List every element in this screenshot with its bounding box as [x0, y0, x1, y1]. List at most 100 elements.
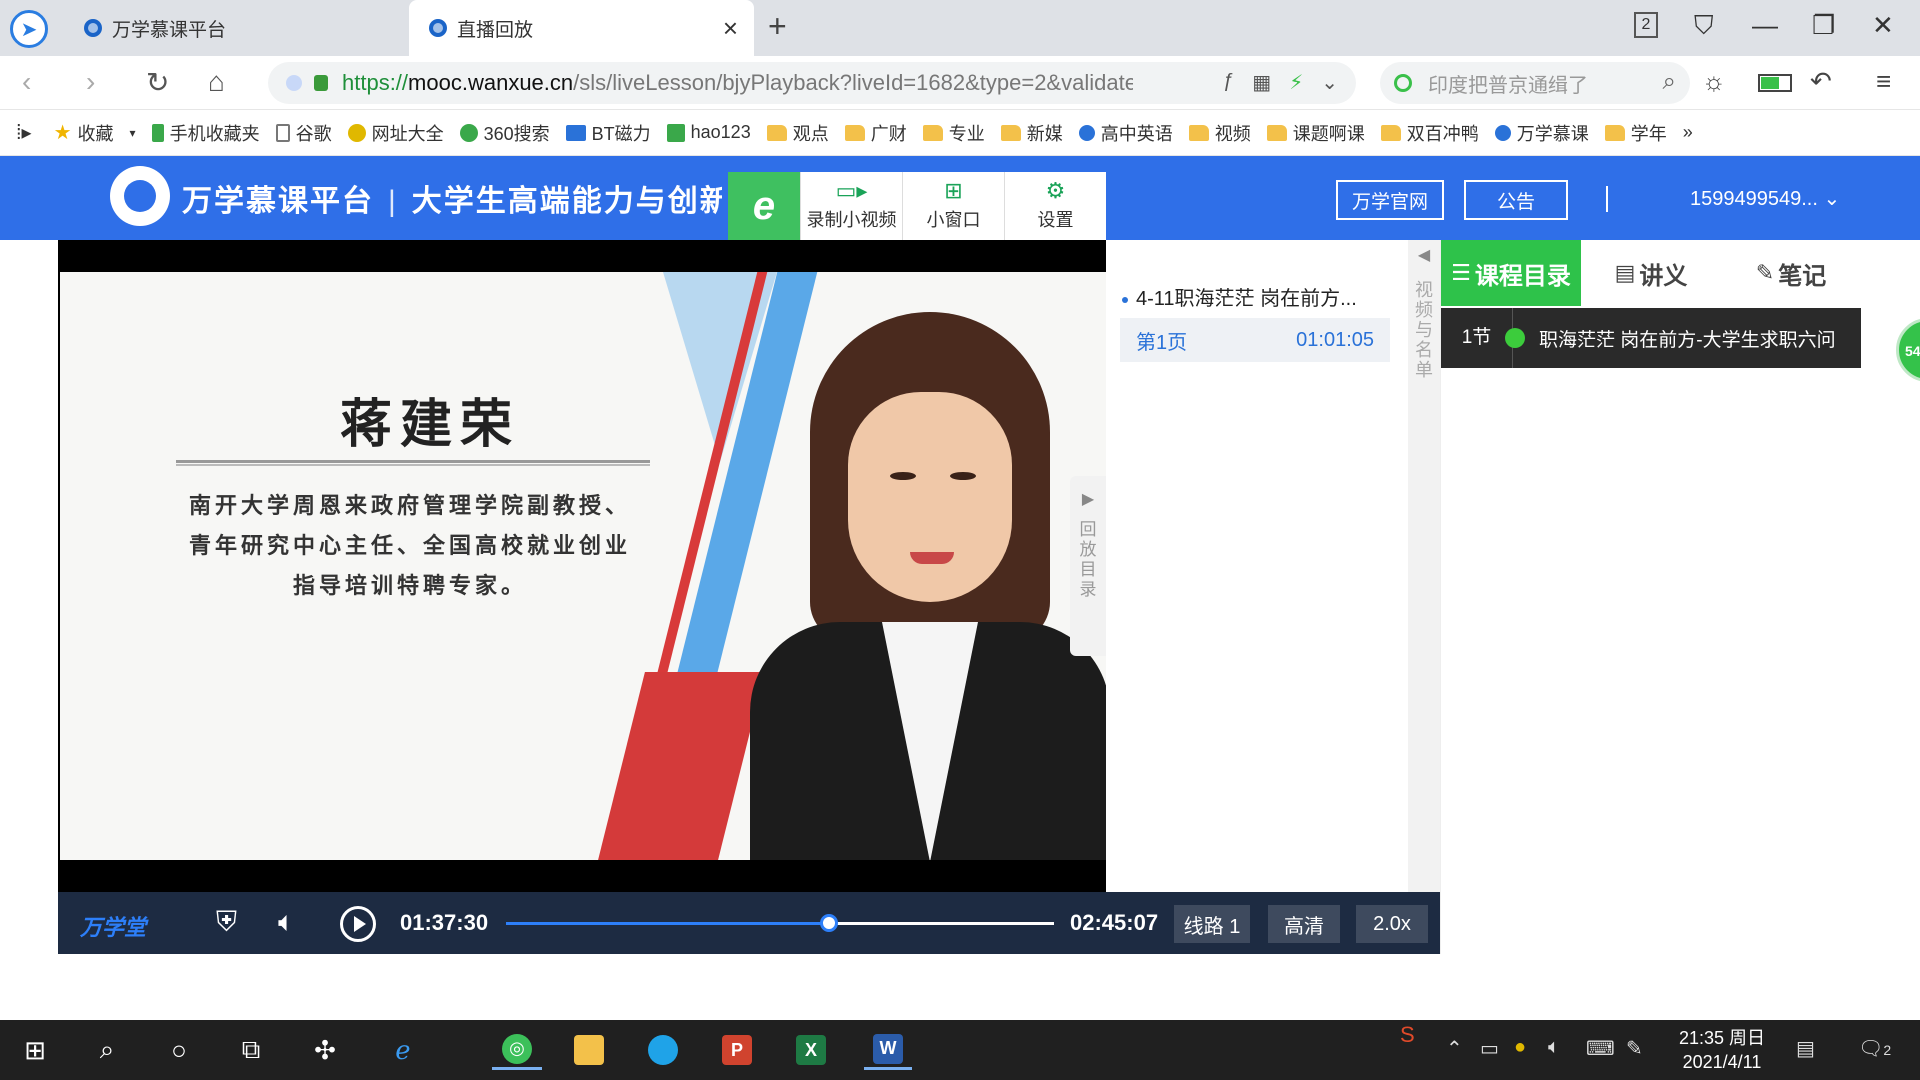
video-frame[interactable]: 蒋建荣 南开大学周恩来政府管理学院副教授、 青年研究中心主任、全国高校就业创业 …: [60, 272, 1106, 860]
notice-button[interactable]: 公告: [1464, 180, 1568, 220]
search-icon[interactable]: ⌕: [86, 1030, 128, 1070]
new-tab-icon[interactable]: +: [768, 8, 787, 45]
undo-icon[interactable]: ↶: [1810, 66, 1832, 97]
bookmark-wanxue[interactable]: 万学慕课: [1494, 120, 1589, 146]
chevron-down-icon[interactable]: ⌄: [1321, 70, 1338, 95]
official-site-button[interactable]: 万学官网: [1336, 180, 1444, 220]
volume-icon[interactable]: 🔈︎: [278, 906, 295, 939]
mini-window-button[interactable]: ⊞ 小窗口: [902, 172, 1004, 240]
bookmark-bt[interactable]: BT磁力: [565, 120, 651, 146]
video-list-toggle[interactable]: ◀ 视 频 与 名 单: [1408, 240, 1440, 892]
excel-icon[interactable]: X: [790, 1030, 832, 1070]
tab-notes[interactable]: ✎ 笔记: [1721, 240, 1861, 306]
bookmark-folder[interactable]: 学年: [1604, 120, 1667, 146]
tab-wanxue-platform[interactable]: 万学慕课平台: [64, 0, 409, 56]
address-bar-row: ‹ › ↻ ⌂ https://mooc.wanxue.cn/sls/liveL…: [0, 56, 1920, 110]
bookmark-folder[interactable]: 双百冲鸭: [1380, 120, 1479, 146]
reload-icon[interactable]: ↻: [146, 66, 169, 99]
system-clock[interactable]: 21:35 周日 2021/4/11: [1672, 1026, 1772, 1074]
bookmark-google[interactable]: 谷歌: [275, 120, 332, 146]
playback-list-panel: 4-11职海茫茫 岗在前方... 第1页 01:01:05: [1106, 240, 1408, 892]
progress-track[interactable]: [506, 914, 1054, 932]
ie-browser-icon[interactable]: ℯ: [382, 1030, 424, 1070]
pen-icon[interactable]: ✎: [1626, 1036, 1643, 1061]
chevron-down-icon[interactable]: ▾: [130, 126, 136, 140]
restore-icon[interactable]: ❐: [1812, 10, 1835, 41]
ime-s-icon[interactable]: S: [1400, 1022, 1415, 1048]
progress-handle[interactable]: [820, 914, 839, 932]
page-item[interactable]: 第1页 01:01:05: [1120, 318, 1390, 362]
start-windows-icon[interactable]: ⊞: [14, 1030, 56, 1070]
edge-icon[interactable]: [642, 1030, 684, 1070]
file-explorer-icon[interactable]: [568, 1030, 610, 1070]
tab-count-icon[interactable]: 2: [1634, 12, 1658, 38]
menu-icon[interactable]: ≡: [1876, 66, 1891, 97]
shield-icon[interactable]: ⛨: [216, 906, 237, 939]
bookmark-folder[interactable]: 视频: [1188, 120, 1251, 146]
minimize-icon[interactable]: —: [1752, 10, 1778, 41]
quality-button[interactable]: 高清: [1268, 905, 1340, 943]
app-pinwheel-icon[interactable]: ✣: [304, 1030, 346, 1070]
back-icon[interactable]: ‹: [22, 66, 31, 98]
extension-icon[interactable]: ƒ: [1223, 70, 1234, 95]
browser-logo-icon[interactable]: ➤: [10, 10, 48, 48]
folder-icon: [844, 124, 865, 141]
powerpoint-icon[interactable]: P: [716, 1030, 758, 1070]
bookmark-hao123[interactable]: hao123: [666, 122, 751, 143]
search-engine-icon[interactable]: [1394, 74, 1412, 92]
close-window-icon[interactable]: ✕: [1872, 10, 1894, 41]
bookmark-folder[interactable]: 专业: [922, 120, 985, 146]
search-input[interactable]: 印度把普京通缉了 ⌕: [1380, 62, 1690, 104]
record-clip-button[interactable]: ▭▸ 录制小视频: [800, 172, 902, 240]
lesson-title[interactable]: 4-11职海茫茫 岗在前方...: [1122, 282, 1357, 311]
shirt-skin-icon[interactable]: ⛉: [1694, 10, 1714, 42]
globe-icon: [347, 123, 366, 142]
qr-code-icon[interactable]: ▦: [1252, 70, 1271, 95]
bookmark-folder[interactable]: 课题啊课: [1266, 120, 1365, 146]
close-tab-icon[interactable]: ×: [723, 13, 738, 44]
bookmark-english[interactable]: 高中英语: [1078, 120, 1173, 146]
bookmark-web-directory[interactable]: 网址大全: [347, 120, 444, 146]
browser-app-icon[interactable]: ◎: [492, 1030, 542, 1070]
more-bookmarks-icon[interactable]: »: [1683, 122, 1693, 143]
bookmark-folder[interactable]: 观点: [766, 120, 829, 146]
windows-taskbar: ⊞ ⌕ ○ ⧉ ✣ ℯ ◎ P X W S ⌃ ▭ ● 🔈︎ ⌨ ✎ 21:35…: [0, 1020, 1920, 1080]
word-icon[interactable]: W: [864, 1030, 912, 1070]
url-input[interactable]: https://mooc.wanxue.cn/sls/liveLesson/bj…: [268, 62, 1356, 104]
playback-directory-toggle[interactable]: ▶ 回 放 目 录: [1070, 476, 1106, 656]
battery-tray-icon[interactable]: ▭: [1480, 1036, 1499, 1061]
cortana-icon[interactable]: ○: [158, 1030, 200, 1070]
bookmark-360[interactable]: 360搜索: [459, 120, 550, 146]
task-view-icon[interactable]: ⧉: [230, 1030, 272, 1070]
tab-live-playback[interactable]: 直播回放 ×: [409, 0, 754, 56]
tab-course-catalog[interactable]: ☰ 课程目录: [1441, 240, 1581, 306]
network-icon[interactable]: ⌨: [1586, 1036, 1615, 1061]
line-select-button[interactable]: 线路 1: [1174, 905, 1250, 943]
sidebar-toggle-icon[interactable]: ⁞▸: [16, 120, 32, 145]
bookmark-folder[interactable]: 广财: [844, 120, 907, 146]
bookmark-mobile[interactable]: 手机收藏夹: [151, 120, 260, 146]
notes-icon[interactable]: ▤: [1796, 1036, 1815, 1061]
brightness-icon[interactable]: ☼: [1702, 66, 1726, 97]
play-button[interactable]: [340, 906, 376, 942]
search-icon[interactable]: ⌕: [1663, 68, 1676, 96]
bookmark-folder[interactable]: 新媒: [1000, 120, 1063, 146]
chevron-down-icon: ⌄: [1823, 188, 1841, 210]
forward-icon[interactable]: ›: [86, 66, 95, 98]
catalog-section-item[interactable]: 1节 职海茫茫 岗在前方-大学生求职六问: [1441, 308, 1861, 368]
site-info-icon[interactable]: [286, 75, 302, 91]
app-tray-icon[interactable]: ●: [1514, 1036, 1526, 1059]
course-catalog-panel: ☰ 课程目录 ▤ 讲义 ✎ 笔记 1节 职海茫茫 岗在前方-大学生求职六问: [1440, 240, 1861, 954]
show-hidden-icons[interactable]: ⌃: [1446, 1036, 1463, 1061]
wanxue-logo-icon[interactable]: [110, 166, 170, 226]
lightning-icon[interactable]: ⚡: [1289, 70, 1303, 95]
volume-tray-icon[interactable]: 🔈︎: [1548, 1036, 1560, 1059]
home-icon[interactable]: ⌂: [208, 66, 225, 98]
battery-icon[interactable]: [1758, 74, 1792, 92]
settings-button[interactable]: ⚙ 设置: [1004, 172, 1106, 240]
bookmark-favorites[interactable]: ★ 收藏 ▾: [54, 120, 136, 146]
notification-center-icon[interactable]: 🗨︎2: [1858, 1036, 1891, 1061]
speed-button[interactable]: 2.0x: [1356, 905, 1428, 943]
user-menu[interactable]: 1599499549... ⌄: [1690, 186, 1840, 211]
tab-handout[interactable]: ▤ 讲义: [1581, 240, 1721, 306]
